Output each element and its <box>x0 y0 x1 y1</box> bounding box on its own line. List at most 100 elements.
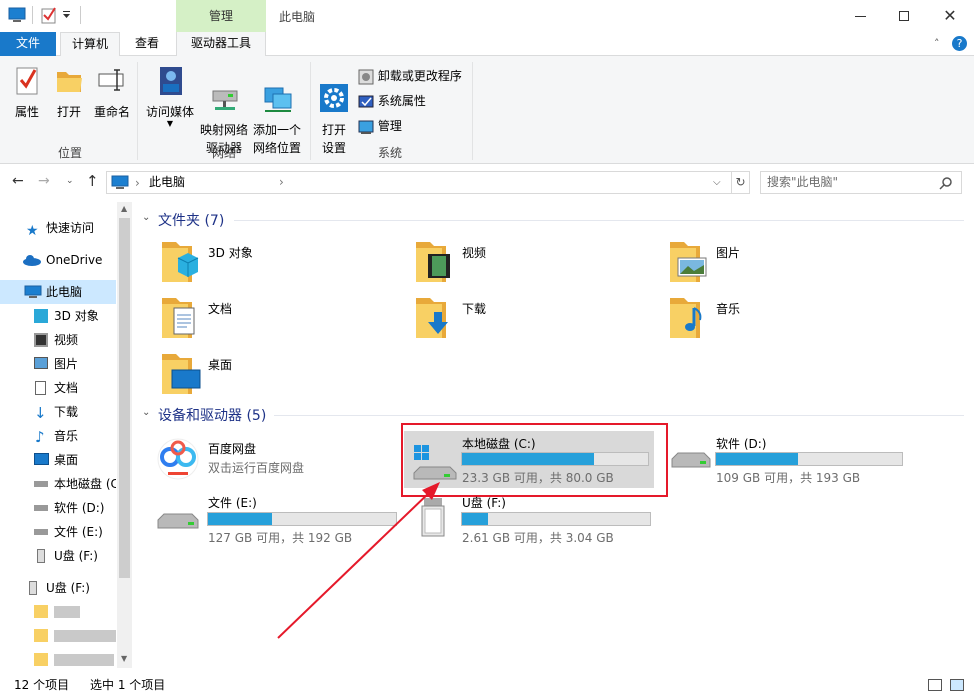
uninstall-label: 卸载或更改程序 <box>377 69 462 83</box>
folder-documents-icon[interactable] <box>160 294 208 340</box>
document-icon <box>35 381 46 395</box>
address-dropdown-icon[interactable]: ⌵ <box>713 172 721 193</box>
folder-pictures-icon[interactable] <box>668 238 716 284</box>
collapse-ribbon-icon[interactable]: ˄ <box>934 37 940 50</box>
drive-icon <box>34 529 48 535</box>
system-properties-label: 系统属性 <box>377 94 426 108</box>
folder-desktop-label[interactable]: 桌面 <box>208 356 232 373</box>
tab-file[interactable]: 文件 <box>0 32 56 56</box>
open-settings-button[interactable]: 打开 设置 <box>316 64 352 175</box>
drive-d-usage-fill <box>716 453 798 465</box>
collapse-icon[interactable]: ⌄ <box>142 407 150 418</box>
network-group-label: 网络 <box>211 146 236 160</box>
nav-item-this-pc[interactable]: 此电脑 <box>0 280 116 304</box>
open-button[interactable]: 打开 <box>50 64 88 121</box>
breadcrumb-separator-icon[interactable]: › <box>135 173 140 193</box>
ribbon-separator <box>137 62 138 160</box>
nav-item-drive-c[interactable]: 本地磁盘 (C <box>0 472 116 496</box>
nav-item-pictures[interactable]: 图片 <box>0 352 116 376</box>
nav-item-drive-d[interactable]: 软件 (D:) <box>0 496 116 520</box>
recent-locations-icon[interactable]: ⌄ <box>66 176 74 186</box>
nav-item-onedrive[interactable]: OneDrive <box>0 248 116 272</box>
nav-item-videos[interactable]: 视频 <box>0 328 116 352</box>
large-icons-view-icon[interactable] <box>950 679 964 691</box>
annotation-arrow <box>277 482 440 639</box>
up-icon[interactable]: ↑ <box>86 172 99 190</box>
nav-item-drive-e[interactable]: 文件 (E:) <box>0 520 116 544</box>
folder-pictures-label[interactable]: 图片 <box>716 244 740 261</box>
breadcrumb-separator-icon[interactable]: › <box>279 172 284 193</box>
manage-context-tab[interactable]: 管理 <box>176 0 266 32</box>
folder-3d-objects-icon[interactable] <box>160 238 208 284</box>
navigation-pane: ★ 快速访问 OneDrive 此电脑 3D 对象 视频 图片 文档 ↓ 下载 ♪… <box>0 202 132 668</box>
drive-icon <box>34 505 48 511</box>
folder-desktop-icon[interactable] <box>160 350 208 396</box>
nav-item-downloads[interactable]: ↓ 下载 <box>0 400 116 424</box>
scroll-up-icon[interactable]: ▲ <box>121 204 127 213</box>
drive-d-name: 软件 (D:) <box>716 437 767 451</box>
nav-item-folder[interactable] <box>0 648 116 672</box>
collapse-icon[interactable]: ⌄ <box>142 212 150 223</box>
search-placeholder: 搜索"此电脑" <box>767 175 839 189</box>
forward-icon[interactable]: → <box>38 173 50 189</box>
close-icon[interactable]: ✕ <box>928 2 972 30</box>
tab-drive-tools[interactable]: 驱动器工具 <box>176 32 266 56</box>
tab-view[interactable]: 查看 <box>124 32 170 56</box>
folder-music-icon[interactable] <box>668 294 716 340</box>
nav-item-folder[interactable] <box>0 624 116 648</box>
nav-label: U盘 (F:) <box>46 581 90 595</box>
usb-f-usage-bar <box>461 512 651 526</box>
folder-videos-icon[interactable] <box>414 238 462 284</box>
maximize-button[interactable] <box>882 2 926 30</box>
devices-section-title[interactable]: 设备和驱动器 (5) <box>158 405 266 425</box>
drive-d-item[interactable]: 软件 (D:) 109 GB 可用，共 193 GB <box>662 431 912 488</box>
folder-videos-label[interactable]: 视频 <box>462 244 486 261</box>
star-icon: ★ <box>26 223 39 239</box>
properties-button[interactable]: 属性 <box>8 64 46 121</box>
nav-item-quick-access[interactable]: ★ 快速访问 <box>0 216 116 240</box>
nav-item-usb-f-root[interactable]: U盘 (F:) <box>0 576 116 600</box>
refresh-icon[interactable]: ↻ <box>732 171 750 194</box>
add-network-location-button[interactable]: 添加一个 网络位置 <box>250 64 304 175</box>
nav-label: U盘 (F:) <box>54 549 98 563</box>
nav-label: 图片 <box>54 357 79 371</box>
rename-button[interactable]: 重命名 <box>92 64 132 121</box>
computer-icon <box>111 175 129 189</box>
network-location-icon <box>264 87 292 112</box>
folders-section-title[interactable]: 文件夹 (7) <box>158 210 224 230</box>
uninstall-program-button[interactable]: 卸载或更改程序 <box>358 67 462 87</box>
blurred-label <box>54 654 114 666</box>
folder-downloads-label[interactable]: 下载 <box>462 300 486 317</box>
folder-documents-label[interactable]: 文档 <box>208 300 232 317</box>
open-settings-label: 打开 设置 <box>321 123 346 155</box>
nav-item-usb-f[interactable]: U盘 (F:) <box>0 544 116 568</box>
tab-computer[interactable]: 计算机 <box>60 32 120 57</box>
breadcrumb[interactable]: 此电脑 <box>149 172 185 193</box>
scroll-down-icon[interactable]: ▼ <box>121 654 127 663</box>
address-bar[interactable]: › 此电脑 › ⌵ <box>106 171 732 194</box>
system-properties-icon <box>358 95 374 107</box>
nav-item-music[interactable]: ♪ 音乐 <box>0 424 116 448</box>
nav-item-folder[interactable] <box>0 600 116 624</box>
nav-label: 下载 <box>54 405 79 419</box>
folder-music-label[interactable]: 音乐 <box>716 300 740 317</box>
manage-button[interactable]: 管理 <box>358 117 402 137</box>
folder-downloads-icon[interactable] <box>414 294 462 340</box>
properties-quick-icon[interactable] <box>41 6 57 24</box>
nav-scrollbar[interactable]: ▲ ▼ <box>117 202 132 668</box>
access-media-button[interactable]: 访问媒体 ▼ <box>144 64 196 128</box>
details-view-icon[interactable] <box>928 679 942 691</box>
system-properties-button[interactable]: 系统属性 <box>358 92 426 112</box>
drive-d-usage-bar <box>715 452 903 466</box>
quick-access-dropdown-icon[interactable] <box>62 10 72 20</box>
folder-3d-objects-label[interactable]: 3D 对象 <box>208 244 253 261</box>
nav-item-desktop[interactable]: 桌面 <box>0 448 116 472</box>
drive-icon <box>34 481 48 487</box>
minimize-button[interactable] <box>838 2 882 30</box>
help-icon[interactable]: ? <box>952 36 967 51</box>
nav-item-3d-objects[interactable]: 3D 对象 <box>0 304 116 328</box>
nav-item-documents[interactable]: 文档 <box>0 376 116 400</box>
scrollbar-thumb[interactable] <box>119 218 130 578</box>
search-input[interactable]: 搜索"此电脑" <box>760 171 962 194</box>
back-icon[interactable]: ← <box>12 173 24 189</box>
